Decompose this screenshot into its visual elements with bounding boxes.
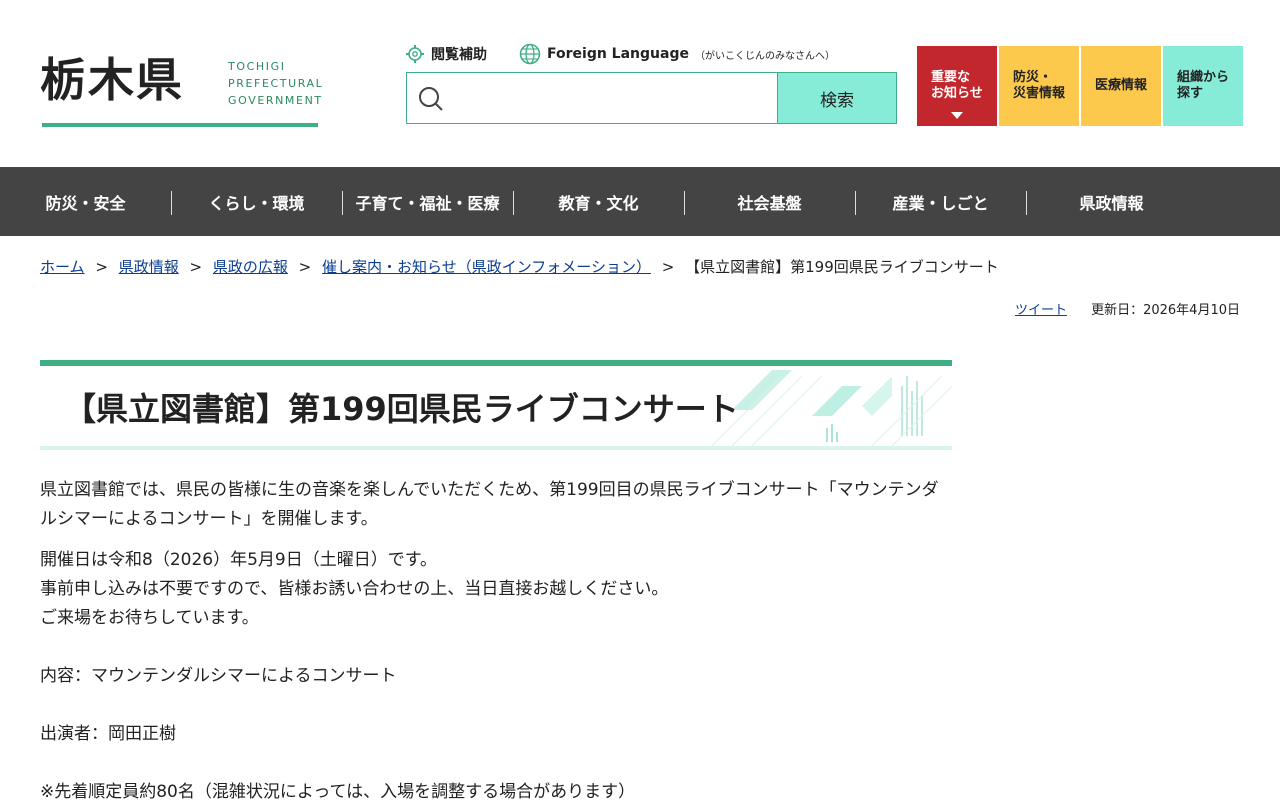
breadcrumb-public-relations[interactable]: 県政の広報: [213, 258, 288, 276]
breadcrumb-separator: >: [298, 258, 312, 276]
registration-line: 事前申し込みは不要ですので、皆様お誘い合わせの上、当日直接お越しください。: [40, 579, 669, 599]
quick-links: 重要な お知らせ 防災・ 災害情報 医療情報 組織から 探す: [917, 46, 1245, 126]
global-nav: 防災・安全 くらし・環境 子育て・福祉・医療 教育・文化 社会基盤 産業・しごと…: [0, 167, 1280, 236]
search-input[interactable]: [451, 81, 765, 115]
page-title: 【県立図書館】第199回県民ライブコンサート: [64, 390, 739, 428]
browse-assist-link[interactable]: 閲覧補助: [405, 44, 487, 64]
updated-date: 更新日：2026年4月10日: [1091, 303, 1240, 318]
nav-item-living-environment[interactable]: くらし・環境: [171, 167, 342, 236]
medical-info-label: 医療情報: [1095, 78, 1148, 93]
search-box: [406, 72, 779, 124]
globe-icon: [519, 43, 541, 65]
welcome-line: ご来場をお待ちしています。: [40, 608, 259, 628]
nav-item-infrastructure[interactable]: 社会基盤: [684, 167, 855, 236]
performer-line: 出演者：岡田正樹: [40, 724, 176, 744]
foreign-language-sub: （がいこくじんのみなさんへ）: [694, 50, 835, 62]
site-logo[interactable]: 栃木県 TOCHIGI PREFECTURAL GOVERNMENT: [40, 50, 324, 128]
disaster-info-label: 防災・ 災害情報: [1013, 70, 1066, 101]
nav-item-industry-work[interactable]: 産業・しごと: [855, 167, 1026, 236]
logo-underline: [42, 123, 318, 127]
search-button[interactable]: 検索: [777, 72, 897, 124]
search-icon: [419, 87, 443, 111]
nav-item-disaster-safety[interactable]: 防災・安全: [0, 167, 171, 236]
nav-item-education-culture[interactable]: 教育・文化: [513, 167, 684, 236]
nav-item-childcare-welfare-medical[interactable]: 子育て・福祉・医療: [342, 167, 513, 236]
important-notice-label: 重要な お知らせ: [931, 70, 983, 101]
site-header: 栃木県 TOCHIGI PREFECTURAL GOVERNMENT 閲覧補助: [0, 0, 1280, 167]
intro-paragraph: 県立図書館では、県民の皆様に生の音楽を楽しんでいただくため、第199回目の県民ラ…: [40, 480, 939, 529]
capacity-note: ※先着順定員約80名（混雑状況によっては、入場を調整する場合があります）: [40, 782, 636, 802]
medical-info-button[interactable]: 医療情報: [1081, 46, 1161, 126]
page-title-block: 【県立図書館】第199回県民ライブコンサート: [40, 360, 952, 450]
logo-english: TOCHIGI PREFECTURAL GOVERNMENT: [228, 60, 324, 107]
decorative-pattern: [712, 370, 952, 446]
title-bottom-border: [40, 446, 952, 450]
breadcrumb-separator: >: [661, 258, 675, 276]
event-date-line: 開催日は令和8（2026）年5月9日（土曜日）です。: [40, 550, 438, 570]
organization-search-button[interactable]: 組織から 探す: [1163, 46, 1243, 126]
content-line: 内容：マウンテンダルシマーによるコンサート: [40, 666, 397, 686]
disaster-info-button[interactable]: 防災・ 災害情報: [999, 46, 1079, 126]
breadcrumb-separator: >: [95, 258, 108, 276]
chevron-down-icon: [951, 112, 963, 119]
breadcrumb-separator: >: [189, 258, 203, 276]
breadcrumb-home[interactable]: ホーム: [40, 258, 85, 276]
logo-kanji: 栃木県: [40, 53, 184, 107]
search-form: 検索: [406, 72, 897, 124]
nav-item-prefectural-info[interactable]: 県政情報: [1026, 167, 1197, 236]
tweet-link[interactable]: ツイート: [1015, 303, 1067, 318]
gear-icon: [406, 45, 424, 63]
foreign-language-label: Foreign Language: [547, 46, 689, 62]
utility-links: 閲覧補助 Foreign Language （がいこくじんのみなさんへ）: [405, 43, 867, 65]
breadcrumb-prefectural-info[interactable]: 県政情報: [119, 258, 179, 276]
organization-search-label: 組織から 探す: [1177, 70, 1230, 101]
breadcrumb-current: 【県立図書館】第199回県民ライブコンサート: [685, 258, 999, 276]
foreign-language-link[interactable]: Foreign Language （がいこくじんのみなさんへ）: [519, 43, 835, 65]
article-body: 県立図書館では、県民の皆様に生の音楽を楽しんでいただくため、第199回目の県民ラ…: [40, 476, 952, 807]
important-notice-button[interactable]: 重要な お知らせ: [917, 46, 997, 126]
page-meta: ツイート 更新日：2026年4月10日: [1015, 299, 1240, 318]
breadcrumb: ホーム > 県政情報 > 県政の広報 > 催し案内・お知らせ（県政インフォメーシ…: [40, 256, 999, 277]
breadcrumb-events[interactable]: 催し案内・お知らせ（県政インフォメーション）: [322, 258, 651, 276]
browse-assist-label: 閲覧補助: [431, 47, 487, 63]
